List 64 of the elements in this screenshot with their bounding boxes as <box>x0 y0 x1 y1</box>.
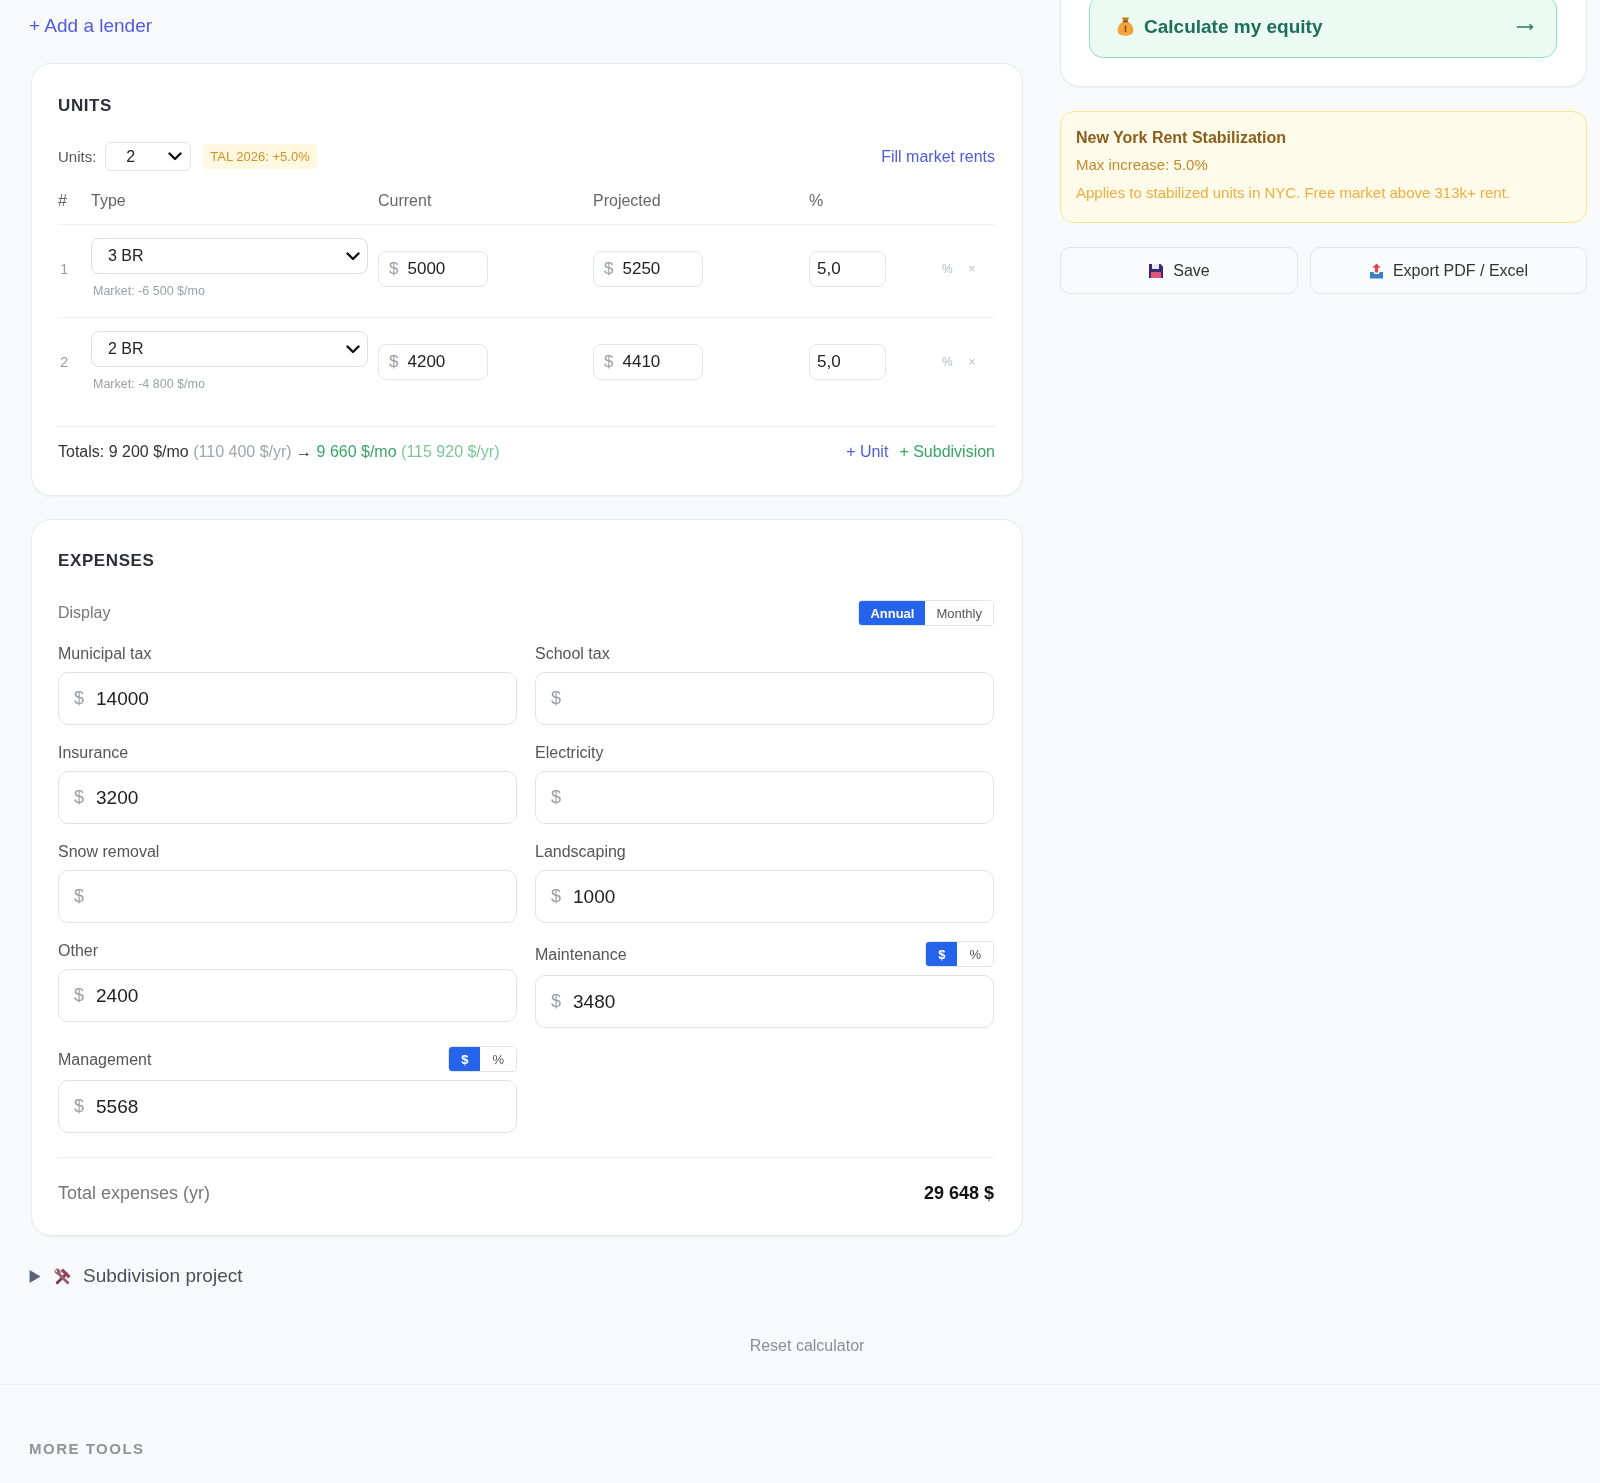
expense-input[interactable]: $ 1000 <box>535 870 994 923</box>
column-header: Type <box>91 192 126 210</box>
rent-totals-text: Totals: 9 200 $/mo (110 400 $/yr) → 9 660 $/mo (115 920 $/yr) <box>58 443 500 461</box>
percent-input[interactable]: 5,0 <box>809 250 886 287</box>
market-rent-hint: Market: -6 500 $/mo <box>92 284 205 299</box>
percent-sign: % <box>942 261 953 276</box>
section-title: UNITS <box>58 95 112 117</box>
section-title: EXPENSES <box>58 550 155 572</box>
expense-input[interactable]: $ 5568 <box>58 1080 517 1133</box>
units-count-label: Units: <box>58 148 97 165</box>
expense-input[interactable]: $ 3200 <box>58 771 517 824</box>
add-unit-link[interactable]: + Unit <box>846 443 889 461</box>
subdivision-project-toggle[interactable]: Subdivision project <box>29 1264 243 1288</box>
percent-sign: % <box>942 354 953 369</box>
chevron-down-icon <box>346 251 360 261</box>
field-label: Maintenance <box>535 944 627 964</box>
row-number: 1 <box>59 260 69 277</box>
expense-input[interactable]: $ 14000 <box>58 672 517 725</box>
add-lender-link[interactable]: + Add a lender <box>29 14 153 38</box>
rate-increase-badge: TAL 2026: +5.0% <box>203 144 317 169</box>
fill-market-rents-link[interactable]: Fill market rents <box>881 147 995 166</box>
notice-text: Applies to stabilized units in NYC. Free market above 313k+ rent. <box>1076 183 1511 203</box>
field-label: Management <box>58 1049 152 1069</box>
current-rent-input[interactable]: $ 5000 <box>378 250 488 287</box>
current-rent-input[interactable]: $ 4200 <box>378 343 488 380</box>
save-button[interactable]: Save <box>1060 247 1298 294</box>
row-number: 2 <box>59 353 69 370</box>
unit-type-select[interactable]: 2 BR <box>91 331 368 367</box>
display-option-button[interactable]: Annual <box>859 601 926 625</box>
projected-rent-input[interactable]: $ 5250 <box>593 250 703 287</box>
export-button[interactable]: Export PDF / Excel <box>1310 247 1587 294</box>
total-expenses-label: Total expenses (yr) <box>58 1183 211 1203</box>
unit-count-select[interactable]: 2 <box>105 142 192 171</box>
market-rent-hint: Market: -4 800 $/mo <box>92 377 205 392</box>
column-header: Current <box>378 192 432 210</box>
expense-input[interactable]: $ 3480 <box>535 975 994 1028</box>
mode-option-button[interactable]: $ <box>449 1047 481 1071</box>
column-header: % <box>809 192 824 210</box>
chevron-down-icon <box>168 152 183 161</box>
column-header: # <box>58 192 67 210</box>
projected-rent-input[interactable]: $ 4410 <box>593 343 703 380</box>
total-expenses-value: 29 648 $ <box>923 1183 994 1203</box>
percent-input[interactable]: 5,0 <box>809 343 886 380</box>
unit-type-select[interactable]: 3 BR <box>91 238 368 274</box>
section-heading: MORE TOOLS <box>29 1440 145 1458</box>
field-label: Landscaping <box>535 842 626 861</box>
money-bag-icon <box>1116 16 1135 37</box>
field-label: Municipal tax <box>58 644 152 663</box>
expense-input[interactable]: $ 2400 <box>58 969 517 1022</box>
calculate-equity-button[interactable]: Calculate my equity <box>1089 0 1557 58</box>
field-label: Electricity <box>535 743 604 762</box>
field-label: Other <box>58 941 98 960</box>
chevron-down-icon <box>346 344 360 354</box>
tray-upload-icon <box>1368 262 1384 279</box>
hammer-and-wrench-icon <box>53 1266 72 1286</box>
field-label: Insurance <box>58 743 129 762</box>
column-header: Projected <box>593 192 661 210</box>
notice-limit-text: Max increase: 5.0% <box>1076 155 1209 175</box>
arrow-right-icon <box>1516 22 1534 31</box>
display-label: Display <box>58 604 111 622</box>
mode-option-button[interactable]: $ <box>926 942 958 966</box>
field-label: School tax <box>535 644 610 663</box>
field-label: Snow removal <box>58 842 160 861</box>
notice-title: New York Rent Stabilization <box>1076 128 1288 148</box>
